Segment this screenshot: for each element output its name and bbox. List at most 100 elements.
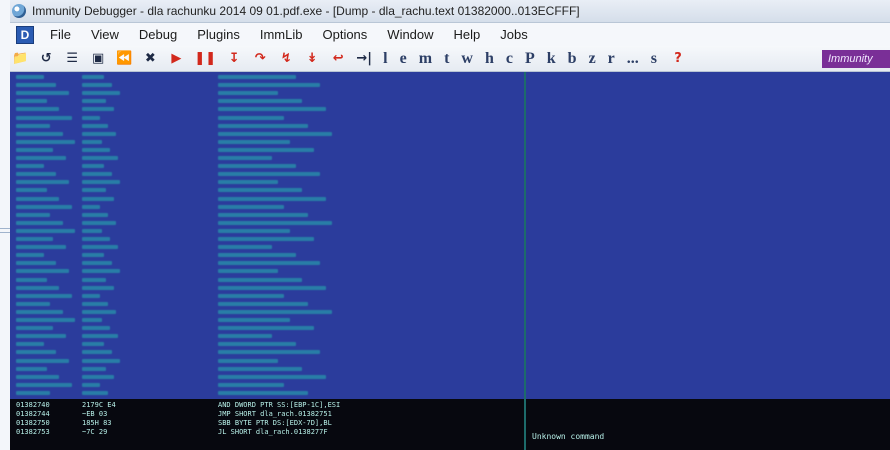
column-divider[interactable] <box>524 72 526 450</box>
blurred-text-bar <box>218 107 326 112</box>
blurred-text-bar <box>218 212 308 217</box>
blurred-text-bar <box>82 358 120 363</box>
blurred-text-bar <box>82 131 116 136</box>
window-icon[interactable]: ▣ <box>88 50 108 68</box>
blurred-text-bar <box>16 301 51 306</box>
tb-letter-t[interactable]: t <box>441 50 452 68</box>
blurred-text-bar <box>16 253 44 258</box>
rewind-icon[interactable]: ⏪ <box>114 50 134 68</box>
blurred-text-bar <box>16 390 51 395</box>
open-folder-icon[interactable]: 📁 <box>10 50 30 68</box>
blurred-text-bar <box>16 366 47 371</box>
step-into-icon[interactable]: ↧ <box>224 50 244 68</box>
blurred-text-bar <box>82 366 106 371</box>
blurred-text-bar <box>16 91 69 96</box>
menu-options[interactable]: Options <box>318 25 371 44</box>
tb-letter-b[interactable]: b <box>565 50 580 68</box>
blurred-text-bar <box>16 204 72 209</box>
row-address: 01382740 <box>16 401 50 409</box>
blurred-text-bar <box>82 237 110 241</box>
execute-till-return-icon[interactable]: ↩ <box>328 50 348 68</box>
blurred-text-bar <box>82 83 112 88</box>
blurred-text-bar <box>16 245 66 250</box>
tb-letter-w[interactable]: w <box>458 50 476 68</box>
blurred-text-bar <box>16 212 51 217</box>
blurred-text-bar <box>218 147 314 152</box>
blurred-text-bar <box>82 318 102 322</box>
tb-letter-h[interactable]: h <box>482 50 497 68</box>
menu-help[interactable]: Help <box>450 25 485 44</box>
trace-over-icon[interactable]: ↡ <box>302 50 322 68</box>
pause-icon[interactable]: ❚❚ <box>192 50 218 68</box>
blurred-text-bar <box>16 99 47 104</box>
blurred-text-bar <box>16 220 63 225</box>
list-icon[interactable]: ☰ <box>62 50 82 68</box>
menu-immlib[interactable]: ImmLib <box>256 25 307 44</box>
table-row[interactable]: 01382744 ~EB 03 JMP SHORT dla_rach.01382… <box>10 410 890 418</box>
dump-pane[interactable]: 01382740 2179C E4 AND DWORD PTR SS:[EBP-… <box>10 72 890 450</box>
tb-letter-k[interactable]: k <box>544 50 559 68</box>
help-icon[interactable]: ? <box>666 50 690 68</box>
trace-into-icon[interactable]: ↯ <box>276 50 296 68</box>
tb-letter-r[interactable]: r <box>605 50 618 68</box>
tb-letter-m[interactable]: m <box>416 50 435 68</box>
blurred-text-bar <box>16 107 60 112</box>
blurred-text-bar <box>218 374 326 379</box>
blurred-text-bar <box>82 147 110 152</box>
tb-letter-l[interactable]: l <box>380 50 390 68</box>
blurred-text-bar <box>16 269 69 274</box>
blurred-text-bar <box>16 115 72 120</box>
close-process-icon[interactable]: ✖ <box>140 50 160 68</box>
dump-window-icon[interactable]: D <box>16 25 34 44</box>
tb-letter-s[interactable]: s <box>648 50 660 68</box>
table-row[interactable]: 01382750 185H 83 SBB BYTE PTR DS:[EDX-7D… <box>10 419 890 427</box>
blurred-text-bar <box>16 285 60 290</box>
blurred-text-bar <box>16 180 69 185</box>
blurred-text-bar <box>218 261 320 266</box>
menu-plugins[interactable]: Plugins <box>193 25 244 44</box>
tb-letter-z[interactable]: z <box>586 50 599 68</box>
row-disasm: JMP SHORT dla_rach.01382751 <box>218 410 332 418</box>
blurred-text-bar <box>16 382 72 387</box>
blurred-text-bar <box>82 180 120 185</box>
menu-file[interactable]: File <box>46 25 75 44</box>
blurred-text-bar <box>82 115 100 120</box>
table-row[interactable]: 01382740 2179C E4 AND DWORD PTR SS:[EBP-… <box>10 401 890 409</box>
blurred-text-bar <box>82 326 110 331</box>
step-over-icon[interactable]: ↷ <box>250 50 270 68</box>
row-disasm: SBB BYTE PTR DS:[EDX-7D],BL <box>218 419 332 427</box>
blurred-text-bar <box>218 164 296 169</box>
table-row[interactable]: 01382753 ~7C 29 JL SHORT dla_rach.013827… <box>10 428 890 436</box>
row-hex: 2179C E4 <box>82 401 116 409</box>
blurred-text-bar <box>218 301 308 306</box>
blurred-text-bar <box>218 318 290 322</box>
restart-icon[interactable]: ↺ <box>36 50 56 68</box>
menu-jobs[interactable]: Jobs <box>496 25 531 44</box>
blurred-text-bar <box>82 350 112 355</box>
tb-letter-P[interactable]: P <box>522 50 538 68</box>
menu-window[interactable]: Window <box>383 25 437 44</box>
blurred-text-bar <box>82 301 108 306</box>
menu-debug[interactable]: Debug <box>135 25 181 44</box>
blurred-text-bar <box>16 374 60 379</box>
blurred-text-bar <box>82 390 108 395</box>
row-hex: ~7C 29 <box>82 428 108 436</box>
blurred-text-bar <box>82 75 104 79</box>
menu-bar: D File View Debug Plugins ImmLib Options… <box>10 23 890 47</box>
blurred-text-bar <box>82 172 112 177</box>
blurred-text-bar <box>218 75 296 79</box>
row-address: 01382750 <box>16 419 50 427</box>
tb-letter-e[interactable]: e <box>397 50 410 68</box>
blurred-text-bar <box>82 374 114 379</box>
blurred-text-bar <box>82 309 116 314</box>
go-to-icon[interactable]: →| <box>354 50 374 68</box>
blurred-text-bar <box>218 326 314 331</box>
blurred-text-bar <box>16 358 69 363</box>
blurred-text-bar <box>218 309 332 314</box>
menu-view[interactable]: View <box>87 25 123 44</box>
blurred-text-bar <box>16 131 63 136</box>
tb-letter-c[interactable]: c <box>503 50 516 68</box>
tb-letter-ellipsis[interactable]: ... <box>624 50 642 68</box>
blurred-text-bar <box>218 358 278 363</box>
run-icon[interactable]: ▶ <box>166 50 186 68</box>
